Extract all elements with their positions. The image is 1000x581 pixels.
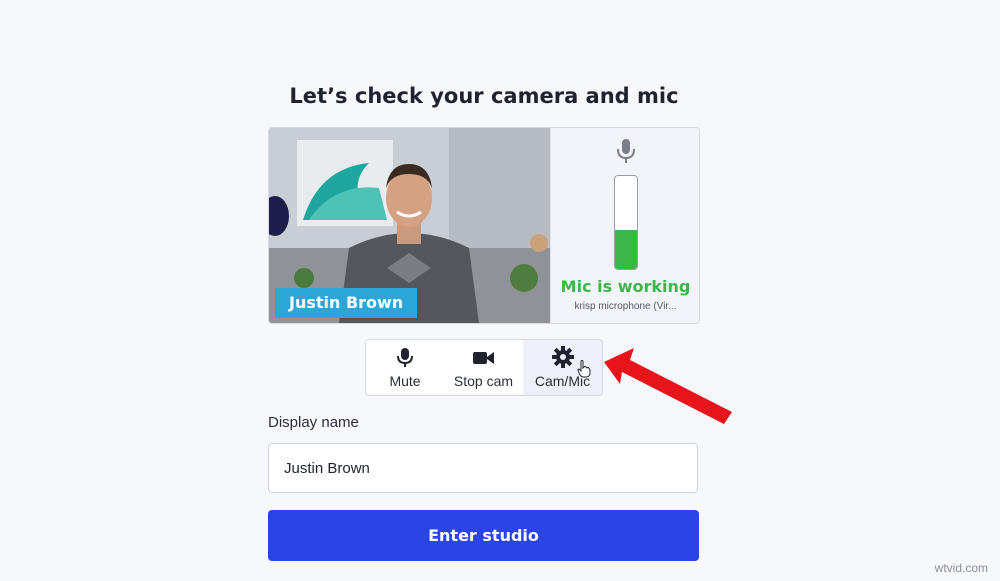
enter-studio-button[interactable]: Enter studio <box>268 510 699 561</box>
mic-level-meter <box>614 175 638 270</box>
video-camera-icon <box>472 352 494 364</box>
mic-level-fill <box>615 229 637 269</box>
stop-cam-label: Stop cam <box>453 373 514 389</box>
microphone-icon <box>397 348 413 367</box>
cam-mic-label: Cam/Mic <box>534 373 591 389</box>
display-name-input[interactable] <box>268 443 698 493</box>
watermark: wtvid.com <box>934 561 988 575</box>
gear-icon <box>551 346 574 368</box>
mute-label: Mute <box>389 373 421 389</box>
participant-name-tag: Justin Brown <box>275 288 418 318</box>
cam-mic-settings-button[interactable]: Cam/Mic <box>523 340 602 395</box>
display-name-label: Display name <box>268 414 359 431</box>
media-controls: Mute Stop cam Cam/Mic <box>365 339 603 396</box>
mute-button[interactable]: Mute <box>366 340 444 395</box>
camera-preview: Justin Brown <box>269 128 550 323</box>
stop-cam-button[interactable]: Stop cam <box>444 340 523 395</box>
mic-check-panel: Mic is working krisp microphone (Vir... <box>550 128 699 323</box>
mic-status: Mic is working <box>560 277 691 296</box>
mic-device-name: krisp microphone (Vir... <box>574 301 677 312</box>
page-title: Let’s check your camera and mic <box>289 84 679 108</box>
microphone-icon <box>617 139 635 163</box>
red-arrow-annotation <box>604 348 732 424</box>
preview-card: Justin Brown Mic is working krisp microp… <box>268 127 700 324</box>
